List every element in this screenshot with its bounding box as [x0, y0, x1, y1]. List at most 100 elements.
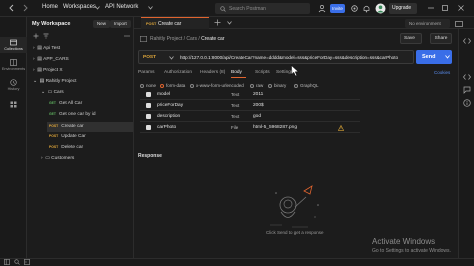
back-arrow-icon[interactable] — [8, 4, 16, 12]
tab-create-car[interactable]: POST Create car — [141, 17, 209, 29]
tabs-chevron-down-icon[interactable] — [227, 21, 232, 25]
warning-icon — [338, 124, 344, 131]
save-label: Save — [404, 36, 415, 41]
rail-environments[interactable]: Environments — [0, 57, 27, 73]
rail-collections[interactable]: Collections — [0, 37, 27, 53]
sidebar-item-cars-folder[interactable]: ⌄ ▭ Cars — [41, 90, 64, 95]
sidebar-item-delete-car[interactable]: POST Delete car — [49, 145, 133, 150]
row-type[interactable]: Text — [231, 114, 239, 119]
tab-settings[interactable]: Settings — [276, 70, 293, 75]
tab-params[interactable]: Params — [138, 70, 155, 75]
radio-binary[interactable]: binary — [268, 83, 286, 88]
minimize-icon[interactable] — [428, 6, 434, 10]
row-type[interactable]: File — [231, 125, 238, 130]
method-chevron-icon[interactable] — [169, 56, 174, 60]
response-label[interactable]: Response — [138, 153, 162, 159]
invite-button[interactable]: Invite — [330, 4, 345, 13]
tree-label: Update Car — [61, 134, 86, 139]
method-badge: POST — [49, 124, 59, 128]
radio-form-data[interactable]: form-data — [160, 83, 185, 88]
new-button[interactable]: New — [93, 20, 111, 28]
tab-authorization[interactable]: Authorization — [164, 70, 192, 75]
sidebar-item-get-one-car[interactable]: GET Get one car by id — [49, 112, 133, 117]
save-button[interactable]: Save — [400, 33, 422, 44]
breadcrumb-parent[interactable]: Rahitly Project / Cars / — [150, 36, 200, 42]
sidebar-item-create-car[interactable]: POST Create car — [47, 122, 133, 132]
chevron-down-icon — [148, 6, 153, 10]
row-type[interactable]: Text — [231, 103, 239, 108]
status-bar — [0, 258, 474, 266]
rail-apps[interactable] — [0, 100, 27, 110]
tab-body[interactable]: Body — [231, 70, 242, 75]
sidebar-item-get-all-car[interactable]: GET Get All Car — [49, 101, 133, 106]
row-checkbox[interactable] — [146, 114, 151, 119]
radio-graphql[interactable]: GraphQL — [294, 83, 319, 88]
more-icon[interactable] — [124, 33, 130, 39]
send-chevron-icon[interactable] — [445, 55, 450, 59]
method-badge: GET — [49, 112, 56, 116]
environment-select[interactable]: No environment — [405, 19, 450, 28]
search-input[interactable]: Search Postman — [215, 3, 310, 14]
row-key[interactable]: carPhoto — [157, 125, 176, 130]
info-icon[interactable] — [463, 99, 471, 107]
environment-quick-look-icon[interactable] — [455, 20, 463, 28]
share-button[interactable]: Share — [430, 33, 452, 44]
avatar[interactable] — [375, 3, 386, 14]
row-key[interactable]: priceForDay — [157, 103, 183, 108]
import-button[interactable]: Import — [110, 20, 131, 28]
row-type[interactable]: Text — [231, 92, 239, 97]
row-value[interactable]: 2011 — [253, 92, 263, 97]
tab-headers[interactable]: Headers (8) — [200, 70, 225, 75]
sidebar-item-api-test[interactable]: › ▤ Api Test — [33, 46, 60, 51]
row-checkbox[interactable] — [146, 92, 151, 97]
url-input[interactable]: http://127.0.0.1:8000/api/CreateCar?name… — [180, 55, 398, 60]
radio-raw[interactable]: raw — [250, 83, 263, 88]
code-icon[interactable] — [463, 37, 471, 45]
tree-label: APP_CARS — [43, 57, 69, 62]
row-checkbox[interactable] — [146, 103, 151, 108]
nav-workspaces[interactable]: Workspaces — [63, 4, 96, 10]
bell-icon[interactable] — [362, 4, 371, 13]
row-value[interactable]: god — [253, 114, 261, 119]
close-icon[interactable] — [458, 5, 464, 11]
gear-icon[interactable] — [350, 4, 359, 13]
sidebar-item-rahitly-project[interactable]: ⌄ ▤ Rahitly Project — [33, 79, 77, 84]
tree-label: Rahitly Project — [45, 79, 77, 84]
filter-icon[interactable] — [43, 33, 49, 39]
tab-scripts[interactable]: Scripts — [255, 70, 270, 75]
radio-label: binary — [274, 83, 287, 88]
search-icon — [220, 5, 226, 12]
console-icon[interactable] — [24, 259, 30, 265]
send-button[interactable]: Send — [416, 50, 452, 64]
row-checkbox[interactable] — [146, 125, 151, 130]
sidebar-item-app-cars[interactable]: › ▤ APP_CARS — [33, 57, 69, 62]
request-type-icon — [140, 36, 147, 42]
rail-history[interactable]: History — [0, 77, 27, 93]
sidebar-item-update-car[interactable]: POST Update Car — [49, 134, 133, 139]
new-tab-plus-icon[interactable] — [214, 19, 221, 26]
forward-arrow-icon[interactable] — [21, 4, 29, 12]
code-snippet-icon[interactable] — [463, 73, 471, 81]
row-value[interactable]: 200$ — [253, 103, 264, 108]
workspace-title[interactable]: My Workspace — [32, 21, 70, 27]
upgrade-button[interactable]: Upgrade — [389, 3, 417, 14]
row-value[interactable]: html-5_5968287.png — [253, 125, 297, 130]
find-icon[interactable] — [14, 259, 20, 265]
radio-none[interactable]: none — [140, 83, 156, 88]
maximize-icon[interactable] — [442, 5, 448, 11]
nav-home[interactable]: Home — [42, 4, 58, 10]
cookies-link[interactable]: Cookies — [434, 70, 450, 75]
row-key[interactable]: description — [157, 114, 180, 119]
row-key[interactable]: model — [157, 92, 170, 97]
add-user-icon[interactable] — [318, 4, 327, 13]
radio-urlencoded[interactable]: x-www-form-urlencoded — [190, 83, 244, 88]
comments-icon[interactable] — [463, 86, 471, 94]
method-select[interactable]: POST — [143, 55, 156, 60]
sidebar-item-project-x[interactable]: › ▤ Project X — [33, 68, 63, 73]
nav-api-network[interactable]: API Network — [105, 4, 138, 10]
sidebar-item-customers-folder[interactable]: › ▭ Customers — [41, 156, 74, 161]
sidebar-toggle-icon[interactable] — [4, 259, 10, 265]
radio-label: none — [146, 83, 157, 88]
plus-icon[interactable] — [33, 33, 39, 39]
breadcrumb-current[interactable]: Create car — [201, 36, 224, 42]
